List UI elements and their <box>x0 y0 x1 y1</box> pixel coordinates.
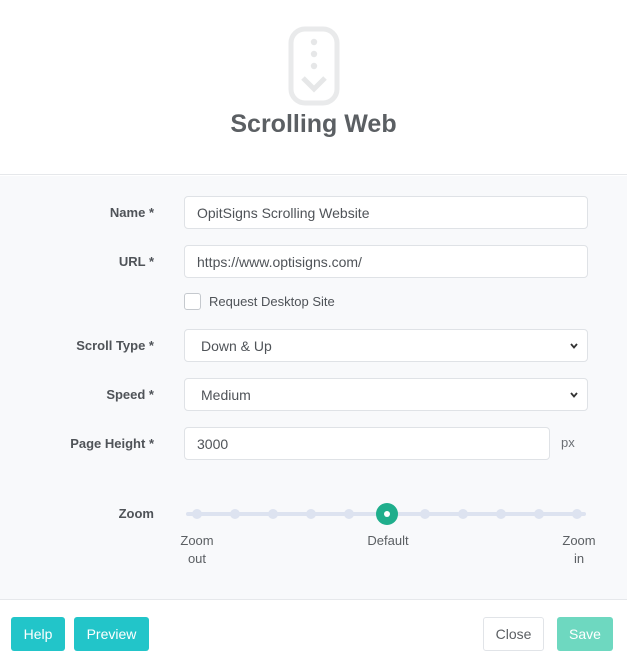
speed-select[interactable]: Medium <box>184 378 588 411</box>
zoom-slider-tick[interactable] <box>458 509 468 519</box>
url-input[interactable]: https://www.optisigns.com/ <box>184 245 588 278</box>
preview-button[interactable]: Preview <box>74 617 149 651</box>
zoom-slider[interactable] <box>184 503 588 525</box>
speed-value: Medium <box>201 386 251 403</box>
name-label: Name * <box>109 205 154 220</box>
request-desktop-site-label[interactable]: Request Desktop Site <box>209 294 335 309</box>
request-desktop-site-checkbox[interactable] <box>184 293 201 310</box>
scroll-down-phone-icon <box>288 26 340 106</box>
zoom-slider-tick[interactable] <box>572 509 582 519</box>
page-height-unit: px <box>561 435 575 450</box>
modal-header: Scrolling Web <box>0 0 627 175</box>
zoom-slider-handle[interactable] <box>376 503 398 525</box>
zoom-out-label: Zoom out <box>177 532 217 568</box>
scroll-type-value: Down & Up <box>201 337 272 354</box>
scroll-type-label: Scroll Type * <box>76 338 154 353</box>
settings-form: Name * OpitSigns Scrolling Website URL *… <box>0 176 627 600</box>
zoom-slider-tick[interactable] <box>230 509 240 519</box>
zoom-out-label-line1: Zoom <box>180 533 214 548</box>
page-height-input[interactable]: 3000 <box>184 427 550 460</box>
chevron-down-icon <box>570 343 578 349</box>
zoom-in-label-line1: Zoom <box>562 533 596 548</box>
zoom-slider-tick[interactable] <box>306 509 316 519</box>
speed-label: Speed * <box>106 387 154 402</box>
zoom-in-label-line2: in <box>573 551 585 566</box>
zoom-default-label: Default <box>367 533 409 548</box>
zoom-out-label-line2: out <box>187 551 207 566</box>
zoom-slider-tick[interactable] <box>192 509 202 519</box>
close-button[interactable]: Close <box>483 617 544 651</box>
zoom-slider-tick[interactable] <box>268 509 278 519</box>
zoom-label: Zoom <box>118 506 154 521</box>
page-title: Scrolling Web <box>230 110 397 138</box>
zoom-slider-tick[interactable] <box>420 509 430 519</box>
scroll-type-select[interactable]: Down & Up <box>184 329 588 362</box>
zoom-slider-tick[interactable] <box>344 509 354 519</box>
zoom-slider-tick[interactable] <box>496 509 506 519</box>
save-button[interactable]: Save <box>557 617 613 651</box>
url-label: URL * <box>118 254 154 269</box>
name-input[interactable]: OpitSigns Scrolling Website <box>184 196 588 229</box>
zoom-slider-tick[interactable] <box>534 509 544 519</box>
page-height-label: Page Height * <box>70 436 154 451</box>
zoom-in-label: Zoom in <box>559 532 599 568</box>
chevron-down-icon <box>570 392 578 398</box>
help-button[interactable]: Help <box>11 617 65 651</box>
